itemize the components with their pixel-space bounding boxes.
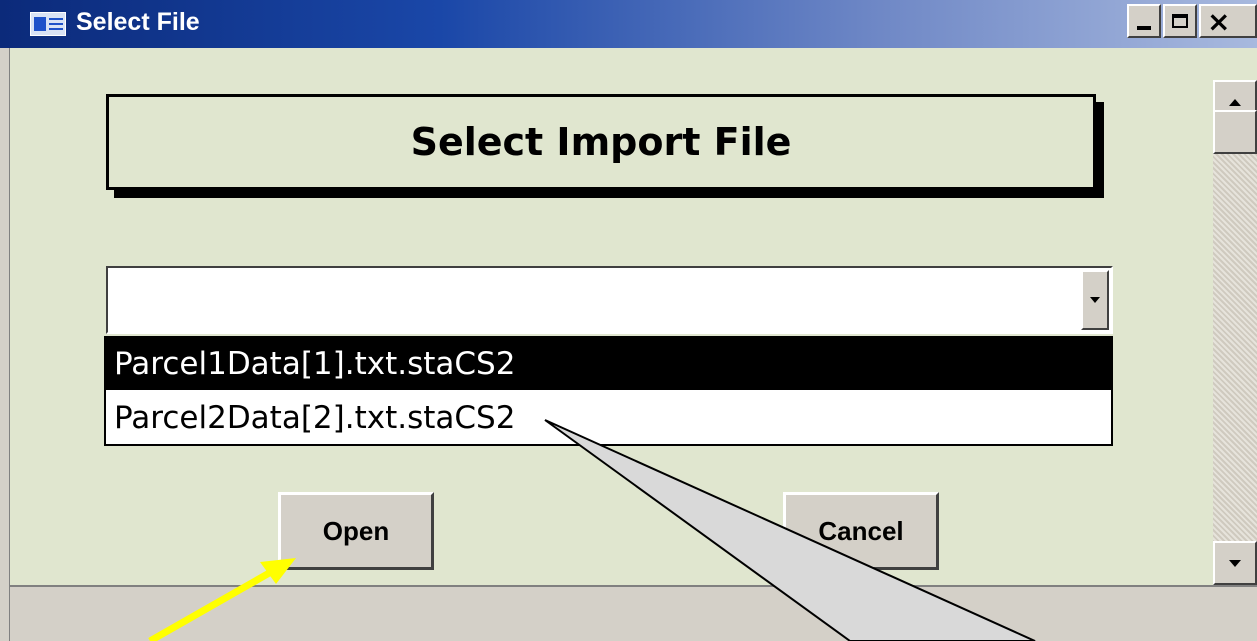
file-combo-box[interactable] — [106, 266, 1113, 334]
dropdown-option-2[interactable]: Parcel2Data[2].txt.staCS2 — [106, 392, 1111, 444]
vertical-scrollbar[interactable] — [1213, 80, 1257, 585]
scroll-down-icon — [1229, 559, 1241, 567]
form-icon — [30, 12, 66, 36]
maximize-button[interactable] — [1163, 4, 1197, 38]
dropdown-option-1[interactable]: Parcel1Data[1].txt.staCS2 — [106, 338, 1111, 390]
cancel-button[interactable]: Cancel — [783, 492, 939, 570]
scrollbar-thumb[interactable] — [1213, 110, 1257, 154]
window-title: Select File — [76, 8, 200, 36]
close-button[interactable]: × — [1199, 4, 1257, 38]
close-icon: × — [1207, 4, 1231, 38]
combo-dropdown-button[interactable] — [1081, 270, 1109, 330]
select-file-window: Select File × Select Import File Parcel1… — [0, 0, 1257, 641]
scroll-down-button[interactable] — [1213, 541, 1257, 585]
minimize-button[interactable] — [1127, 4, 1161, 38]
scroll-up-icon — [1229, 98, 1241, 106]
dropdown-list[interactable]: Parcel1Data[1].txt.staCS2 Parcel2Data[2]… — [104, 336, 1113, 446]
minimize-icon — [1137, 26, 1151, 30]
open-button[interactable]: Open — [278, 492, 434, 570]
maximize-icon — [1172, 14, 1188, 28]
chevron-down-icon — [1090, 297, 1100, 303]
page-title: Select Import File — [410, 120, 792, 164]
window-left-border — [0, 48, 10, 641]
title-bar[interactable]: Select File × — [0, 0, 1257, 48]
heading-label-box: Select Import File — [106, 94, 1096, 190]
record-navigation-bar — [10, 585, 1257, 641]
